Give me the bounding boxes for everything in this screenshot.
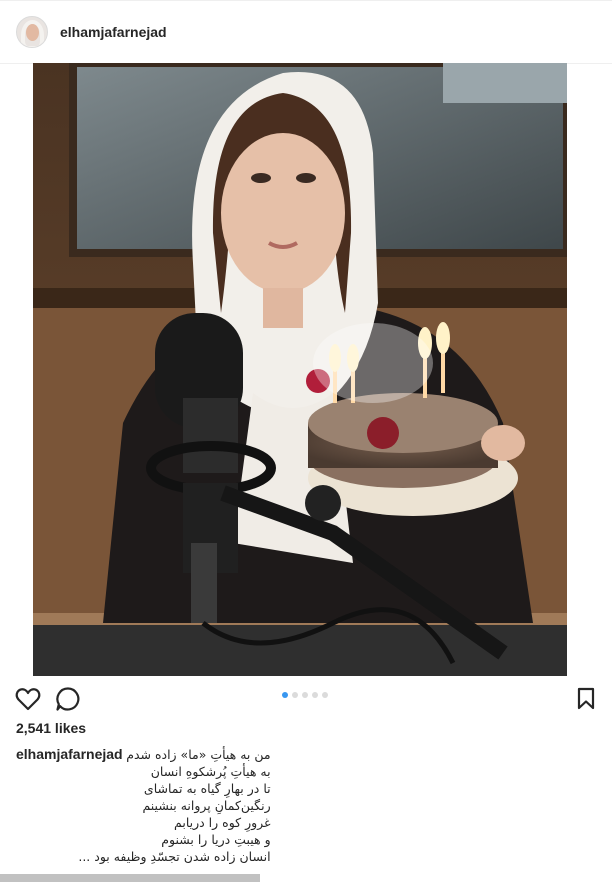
carousel-indicator bbox=[282, 692, 328, 698]
carousel-dot[interactable] bbox=[282, 692, 288, 698]
like-button[interactable] bbox=[13, 684, 43, 714]
caption-line: رنگین‌کمانِ پروانه بنشینم bbox=[142, 798, 271, 813]
bookmark-icon bbox=[577, 687, 595, 710]
post-header: elhamjafarnejad bbox=[0, 0, 612, 64]
comment-button[interactable] bbox=[53, 684, 83, 714]
horizontal-scrollbar[interactable] bbox=[0, 874, 260, 882]
caption-line: غرورِ کوه را دریابم bbox=[174, 815, 271, 830]
caption-line: تا در بهارِ گیاه به تماشای bbox=[143, 781, 271, 796]
caption-line: انسان زاده شدن تجسّدِ وظیفه بود ... bbox=[78, 849, 271, 864]
post-actions bbox=[0, 684, 612, 714]
carousel-dot[interactable] bbox=[302, 692, 308, 698]
heart-icon bbox=[15, 688, 41, 711]
post-photo[interactable] bbox=[33, 63, 567, 676]
carousel-dot[interactable] bbox=[322, 692, 328, 698]
save-button[interactable] bbox=[571, 684, 601, 714]
post-caption: من به هیأتِ «ما» زاده شدم به هیأتِ پُرشک… bbox=[16, 746, 271, 865]
comment-icon bbox=[56, 687, 80, 711]
post-username[interactable]: elhamjafarnejad bbox=[60, 24, 167, 40]
photo-illustration bbox=[33, 63, 567, 676]
caption-line: به هیأتِ پُرشکوهِ انسان bbox=[150, 764, 271, 779]
profile-avatar[interactable] bbox=[16, 15, 48, 48]
carousel-dot[interactable] bbox=[312, 692, 318, 698]
carousel-dot[interactable] bbox=[292, 692, 298, 698]
likes-count[interactable]: 2,541 likes bbox=[16, 720, 86, 736]
caption-line: و هیبتِ دریا را بشنوم bbox=[161, 832, 271, 847]
caption-line: من به هیأتِ «ما» زاده شدم bbox=[126, 747, 271, 762]
